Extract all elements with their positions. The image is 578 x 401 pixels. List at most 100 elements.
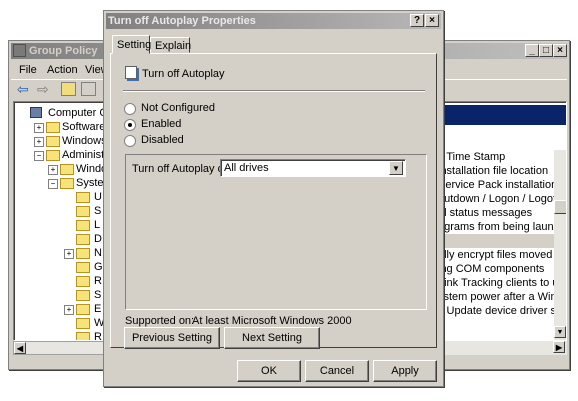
expand-icon[interactable]: +	[48, 165, 58, 175]
folder-icon	[60, 164, 74, 175]
cancel-button[interactable]: Cancel	[305, 360, 369, 382]
tree-item-label: Administra	[62, 149, 104, 161]
expand-icon[interactable]: +	[34, 123, 44, 133]
properties-dialog: Turn off Autoplay Properties ? × Setting…	[103, 10, 444, 387]
options-box: Turn off Autoplay on: All drives ▼	[125, 154, 427, 310]
collapse-icon[interactable]: −	[48, 179, 58, 189]
list-header	[436, 105, 566, 125]
tree-item-label: Windows	[62, 135, 105, 147]
tree-item-label: Syste	[76, 177, 104, 189]
list-vertical-scrollbar[interactable]: ▼	[554, 150, 566, 340]
list-item[interactable]: Link Tracking clients to use	[438, 276, 554, 290]
dialog-title-bar: Turn off Autoplay Properties ? ×	[106, 13, 441, 29]
tree-item-label: U	[94, 191, 102, 203]
folder-icon	[76, 290, 90, 301]
folder-icon	[60, 178, 74, 189]
list-item[interactable]: y	[438, 234, 554, 248]
list-item[interactable]: s Update device driver sea	[438, 304, 554, 318]
scroll-down-icon[interactable]: ▼	[554, 326, 566, 338]
tree-item-label: R	[94, 331, 102, 341]
scroll-thumb[interactable]	[554, 200, 566, 214]
radio-not-configured[interactable]	[124, 103, 136, 115]
folder-icon	[46, 122, 60, 133]
radio-not-configured-label[interactable]: Not Configured	[141, 102, 215, 114]
option-label: Turn off Autoplay on:	[132, 163, 233, 175]
tree-item-label: N	[94, 247, 102, 259]
menu-file[interactable]: File	[19, 64, 37, 76]
radio-disabled-label[interactable]: Disabled	[141, 134, 184, 146]
chevron-down-icon[interactable]: ▼	[389, 161, 403, 175]
previous-setting-button[interactable]: Previous Setting	[124, 327, 220, 349]
tab-setting-label: Setting	[117, 39, 152, 51]
gp-minimize-button[interactable]: _	[525, 44, 539, 57]
collapse-icon[interactable]: −	[34, 151, 44, 161]
up-folder-icon[interactable]	[61, 82, 76, 96]
tree-item-label: G	[94, 261, 103, 273]
folder-icon	[76, 276, 90, 287]
folder-icon	[76, 248, 90, 259]
list-item[interactable]: hutdown / Logon / Logoff s	[438, 192, 554, 206]
show-hide-tree-icon[interactable]	[81, 82, 96, 96]
tab-panel: Turn off Autoplay Not Configured Enabled…	[110, 53, 437, 348]
folder-icon	[46, 150, 60, 161]
drives-dropdown-value: All drives	[224, 162, 269, 174]
radio-enabled[interactable]	[124, 119, 136, 131]
list-item[interactable]: ystem power after a Windo	[438, 290, 554, 304]
close-button[interactable]: ×	[425, 14, 439, 27]
gp-title: Group Policy	[29, 45, 98, 57]
ok-button[interactable]: OK	[237, 360, 301, 382]
tree-item-label: Windo	[76, 163, 105, 175]
list-item[interactable]: ally encrypt files moved to	[438, 248, 554, 262]
tree-item-label: Software	[62, 121, 105, 133]
tab-explain[interactable]: Explain	[150, 37, 192, 53]
radio-enabled-label[interactable]: Enabled	[141, 118, 181, 130]
gp-list-pane: c Time Stamp installation file location …	[435, 101, 567, 355]
gp-maximize-button[interactable]: □	[539, 44, 553, 57]
folder-icon	[76, 318, 90, 329]
back-arrow-icon[interactable]: ⇦	[17, 81, 29, 98]
menu-action[interactable]: Action	[47, 64, 78, 76]
drives-dropdown[interactable]: All drives ▼	[220, 159, 406, 177]
help-button[interactable]: ?	[410, 14, 424, 27]
gp-app-icon	[13, 44, 26, 57]
tab-explain-label: Explain	[155, 40, 192, 52]
folder-icon	[76, 332, 90, 340]
radio-disabled[interactable]	[124, 135, 136, 147]
forward-arrow-icon[interactable]: ⇨	[37, 81, 49, 98]
dialog-title: Turn off Autoplay Properties	[108, 15, 256, 27]
scroll-left-icon[interactable]: ◀	[14, 342, 26, 354]
supported-label: Supported on:	[125, 315, 195, 327]
list-item[interactable]: c Time Stamp	[438, 150, 554, 164]
list-horizontal-scrollbar[interactable]: ▶	[435, 341, 567, 355]
gp-close-button[interactable]: ×	[553, 44, 567, 57]
scroll-right-icon[interactable]: ▶	[553, 341, 565, 353]
expand-icon[interactable]: +	[34, 137, 44, 147]
policy-icon	[125, 66, 137, 79]
folder-icon	[76, 206, 90, 217]
tree-item-label: D	[94, 233, 102, 245]
tree-item-label: S	[94, 205, 102, 217]
tree-item-label: E	[94, 303, 102, 315]
folder-icon	[76, 192, 90, 203]
apply-button[interactable]: Apply	[373, 360, 437, 382]
list-item[interactable]: installation file location	[438, 164, 554, 178]
folder-icon	[76, 234, 90, 245]
expand-icon[interactable]: +	[64, 305, 74, 315]
folder-icon	[76, 262, 90, 273]
list-item[interactable]: ograms from being launche	[438, 220, 554, 234]
tree-item-label: R	[94, 275, 102, 287]
folder-icon	[76, 304, 90, 315]
expand-icon[interactable]: +	[64, 249, 74, 259]
supported-value: At least Microsoft Windows 2000	[192, 315, 352, 327]
next-setting-button[interactable]: Next Setting	[224, 327, 320, 349]
separator	[123, 90, 425, 92]
list-item[interactable]: Service Pack installation fil	[438, 178, 554, 192]
list-item[interactable]: al status messages	[438, 206, 554, 220]
tab-setting[interactable]: Setting	[112, 35, 152, 54]
list-item[interactable]: ing COM components	[438, 262, 554, 276]
tree-item-label: Computer Con	[48, 107, 104, 119]
folder-icon	[76, 220, 90, 231]
tree-horizontal-scrollbar[interactable]: ◀	[13, 341, 105, 355]
tree-item-label: S	[94, 289, 102, 301]
folder-icon	[46, 136, 60, 147]
